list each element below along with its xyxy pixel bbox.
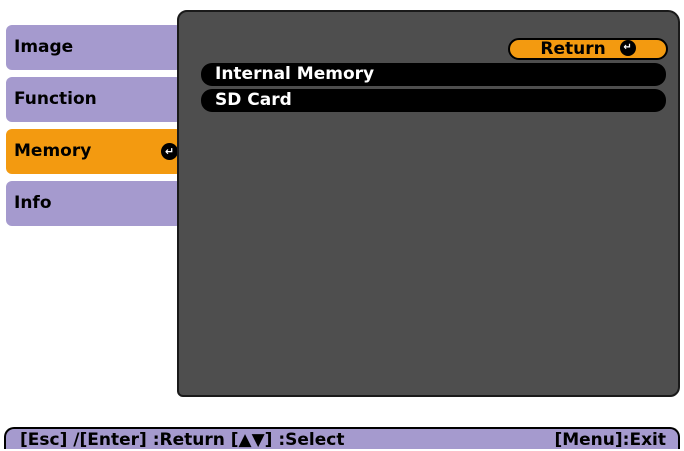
tab-label: Function [14,89,97,109]
menu-item-label: SD Card [215,90,292,110]
tab-image[interactable]: Image [6,25,189,70]
return-label: Return [540,39,606,59]
sidebar: Image Function Memory ↵ Info [0,0,190,449]
menu-item-internal-memory[interactable]: Internal Memory [201,63,666,86]
menu-item-sd-card[interactable]: SD Card [201,89,666,112]
tab-info[interactable]: Info [6,181,189,226]
enter-icon: ↵ [161,143,178,160]
tab-label: Info [14,193,52,213]
tab-label: Image [14,37,74,57]
tab-label: Memory [14,141,92,161]
projector-menu: Image Function Memory ↵ Info Return ↵ In… [0,0,684,450]
tab-memory[interactable]: Memory ↵ [6,129,188,174]
enter-icon: ↵ [619,40,636,56]
help-bar: [Esc] /[Enter] :Return [▲▼] :Select [Men… [4,427,680,450]
help-text-exit: [Menu]:Exit [554,430,666,450]
tab-function[interactable]: Function [6,77,189,122]
menu-item-label: Internal Memory [215,64,375,84]
memory-panel: Return ↵ Internal Memory SD Card [177,10,680,397]
return-button[interactable]: Return ↵ [508,38,668,60]
help-text-navigation: [Esc] /[Enter] :Return [▲▼] :Select [20,430,345,450]
